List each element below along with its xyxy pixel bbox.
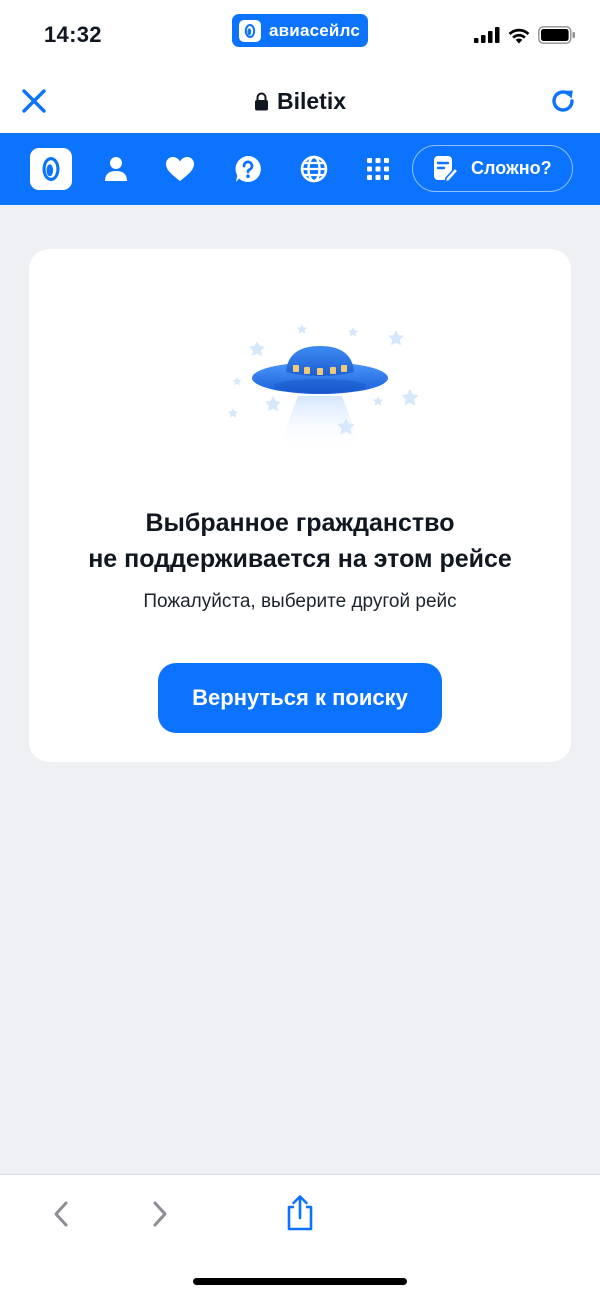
share-icon[interactable]	[284, 1193, 316, 1233]
logo-icon[interactable]	[30, 148, 72, 190]
app-nav: Сложно?	[0, 133, 600, 205]
home-indicator[interactable]	[193, 1278, 407, 1285]
heart-icon[interactable]	[164, 133, 196, 205]
error-title-line1: Выбранное гражданство	[145, 509, 455, 537]
profile-icon[interactable]	[101, 133, 131, 205]
app-name: авиасейлс	[269, 20, 361, 40]
globe-icon[interactable]	[299, 133, 329, 205]
feedback-form-icon	[434, 155, 459, 183]
error-card: Выбранное гражданство не поддерживается …	[29, 249, 571, 762]
difficult-help-button[interactable]: Сложно?	[412, 145, 573, 192]
forward-icon[interactable]	[145, 1197, 175, 1231]
browser-header: Biletix	[0, 66, 600, 133]
site-name: Biletix	[276, 88, 347, 114]
back-icon[interactable]	[46, 1197, 76, 1231]
error-title: Выбранное гражданство не поддерживается …	[29, 505, 571, 577]
apps-grid-icon[interactable]	[364, 133, 392, 205]
status-icons	[474, 26, 576, 44]
aviasales-window-icon	[42, 157, 60, 181]
battery-icon	[538, 26, 575, 44]
aviasales-logo-icon	[239, 19, 261, 42]
error-title-line2: не поддерживается на этом рейсе	[88, 545, 512, 573]
status-bar: 14:32 авиасейлс	[0, 0, 600, 66]
difficult-help-label: Сложно?	[471, 158, 552, 178]
help-icon[interactable]	[232, 133, 264, 205]
ufo-illustration	[227, 324, 419, 449]
site-title: Biletix	[0, 88, 600, 115]
reload-icon[interactable]	[548, 86, 578, 116]
wifi-icon	[508, 28, 530, 43]
signal-icon	[474, 27, 500, 43]
error-subtitle: Пожалуйста, выберите другой рейс	[143, 591, 457, 612]
screen: 14:32 авиасейлс Biletix Сложно? Выбранно…	[0, 0, 600, 1297]
status-time: 14:32	[44, 22, 102, 47]
lock-icon	[254, 92, 268, 111]
back-to-search-button[interactable]: Вернуться к поиску	[158, 663, 442, 733]
back-to-app-pill[interactable]: авиасейлс	[232, 14, 368, 47]
